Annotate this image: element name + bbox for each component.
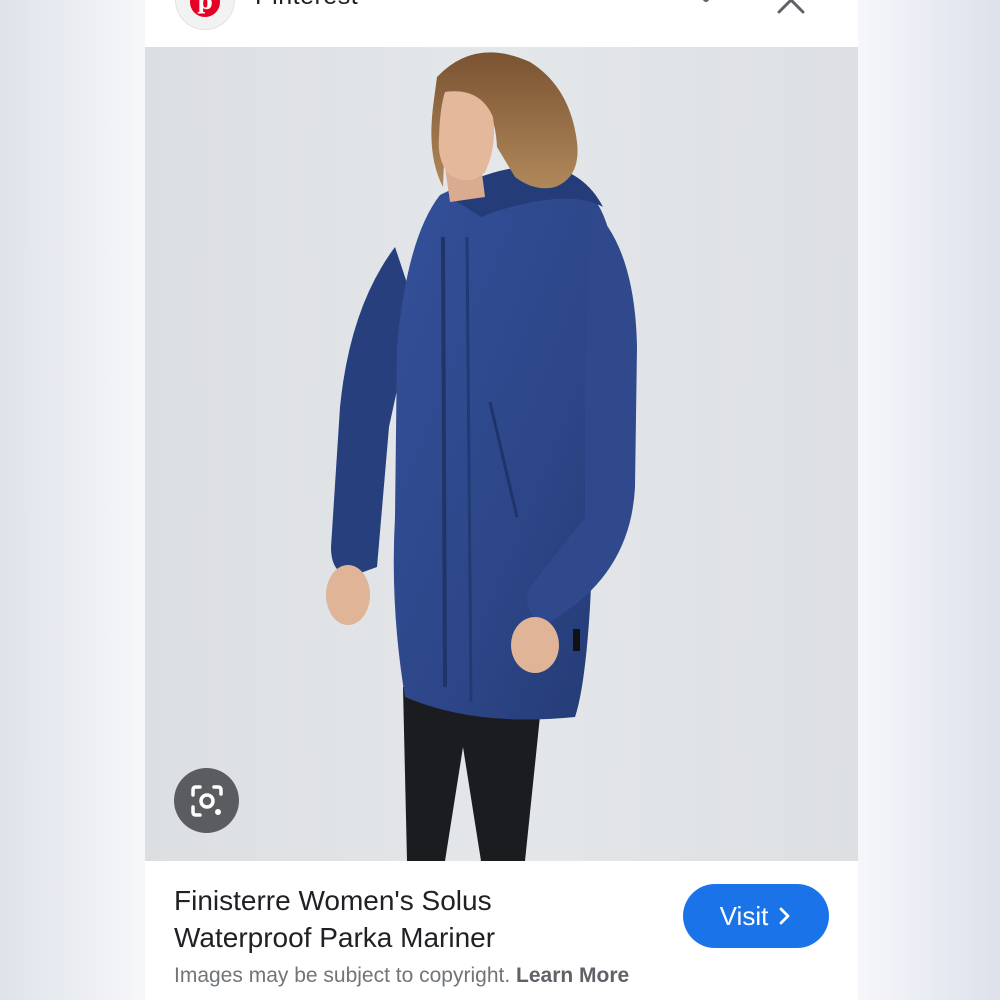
result-title-line-2: Waterproof Parka Mariner xyxy=(174,922,496,953)
preview-header: p Pinterest xyxy=(145,0,858,47)
site-favicon[interactable]: p xyxy=(175,0,235,30)
google-lens-button[interactable] xyxy=(174,768,239,833)
close-button[interactable] xyxy=(773,0,809,16)
product-photo xyxy=(145,47,858,861)
learn-more-link[interactable]: Learn More xyxy=(516,964,629,987)
more-vert-icon xyxy=(703,0,709,2)
result-title[interactable]: Finisterre Women's Solus Waterproof Park… xyxy=(174,882,644,956)
copyright-text: Images may be subject to copyright. xyxy=(174,964,511,987)
close-icon xyxy=(777,0,805,14)
visit-button-label: Visit xyxy=(719,900,769,931)
copyright-notice: Images may be subject to copyright. Lear… xyxy=(174,964,629,988)
more-options-button[interactable] xyxy=(695,0,719,20)
chevron-right-icon xyxy=(779,907,790,925)
preview-image[interactable] xyxy=(145,47,858,861)
site-name[interactable]: Pinterest xyxy=(255,0,358,11)
google-lens-icon xyxy=(190,784,223,817)
result-title-line-1: Finisterre Women's Solus xyxy=(174,885,492,916)
visit-button[interactable]: Visit xyxy=(683,884,829,948)
image-preview-card: p Pinterest xyxy=(145,0,858,1000)
pinterest-logo-icon: p xyxy=(190,0,220,17)
